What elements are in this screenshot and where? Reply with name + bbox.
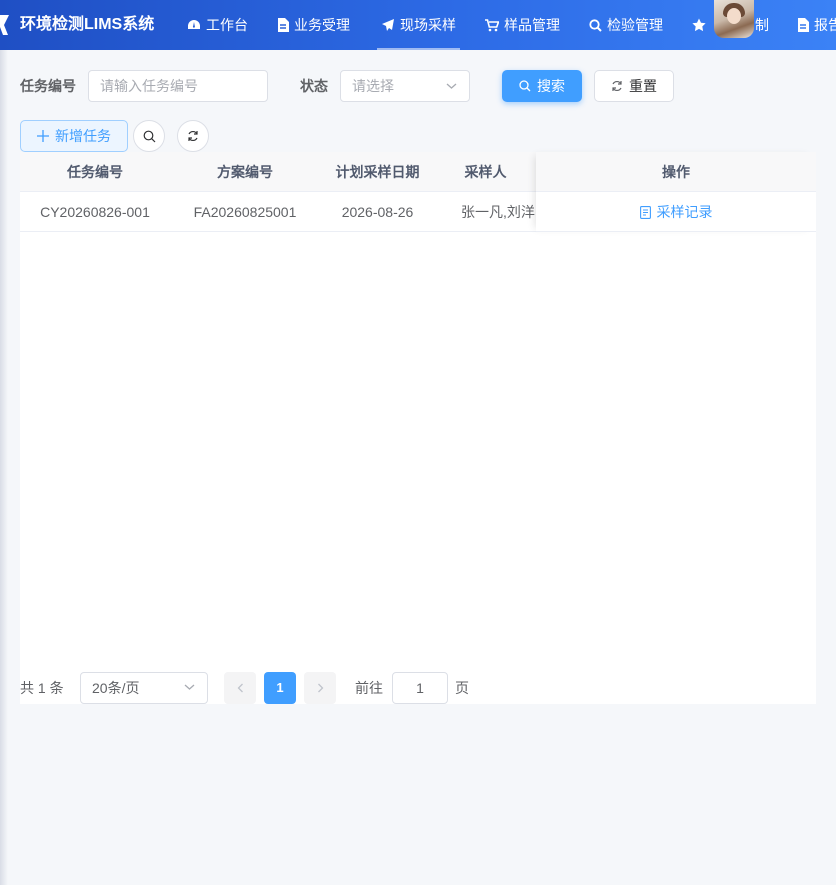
- nav-item-business[interactable]: 业务受理: [277, 0, 350, 50]
- status-select[interactable]: 请选择: [340, 70, 470, 102]
- cell-actions: 采样记录: [536, 192, 816, 232]
- plus-icon: [37, 130, 49, 142]
- nav-label: 工作台: [206, 17, 248, 33]
- chevron-down-icon: [184, 684, 195, 690]
- nav-label: 制: [755, 17, 769, 33]
- total-count: 共 1 条: [20, 680, 64, 696]
- column-header-task-no: 任务编号: [67, 164, 123, 180]
- search-button[interactable]: 搜索: [502, 70, 582, 102]
- task-no-input[interactable]: [88, 70, 268, 102]
- cell-plan-no: FA20260825001: [193, 204, 297, 220]
- next-page-button[interactable]: [304, 672, 336, 704]
- refresh-button[interactable]: [177, 120, 209, 152]
- nav-item-sampling[interactable]: 现场采样: [377, 0, 460, 50]
- column-header-date: 计划采样日期: [335, 164, 420, 180]
- nav-label: 现场采样: [400, 17, 456, 33]
- cell-task-no: CY20260826-001: [40, 204, 150, 220]
- reset-button[interactable]: 重置: [594, 70, 674, 102]
- cart-icon: [485, 18, 499, 31]
- nav-label: 检验管理: [607, 17, 663, 33]
- status-placeholder: 请选择: [352, 78, 394, 94]
- search-icon: [143, 130, 155, 142]
- column-header-actions: 操作: [662, 164, 690, 180]
- status-label: 状态: [300, 78, 328, 94]
- page-number[interactable]: 1: [264, 672, 296, 704]
- search-icon: [519, 80, 531, 92]
- chevron-down-icon: [446, 83, 457, 89]
- table-row: CY20260826-001 FA20260825001 2026-08-26 …: [20, 192, 816, 232]
- column-header-sampler: 采样人: [464, 164, 507, 180]
- page-size-select[interactable]: 20条/页: [80, 672, 208, 704]
- document-icon: [278, 18, 289, 32]
- nav-item-inspection[interactable]: 检验管理: [589, 0, 663, 50]
- star-icon: [692, 18, 706, 32]
- nav-label: 业务受理: [294, 17, 350, 33]
- task-no-label: 任务编号: [20, 78, 76, 94]
- chevron-right-icon: [317, 683, 323, 693]
- app-title: 环境检测LIMS系统: [20, 16, 155, 33]
- refresh-icon: [612, 80, 622, 92]
- cell-date: 2026-08-26: [341, 204, 414, 220]
- document-icon: [639, 205, 651, 219]
- nav-label: 报告: [814, 17, 836, 33]
- logo-icon: [0, 15, 9, 35]
- goto-page-input[interactable]: [392, 672, 448, 704]
- page-unit-label: 页: [455, 680, 469, 696]
- goto-label: 前往: [355, 680, 383, 696]
- refresh-icon: [188, 130, 198, 142]
- table-header: 任务编号 方案编号 计划采样日期 采样人 操作: [20, 152, 816, 192]
- sidebar-shadow: [0, 50, 8, 885]
- nav-item-workbench[interactable]: 工作台: [187, 0, 248, 50]
- toggle-search-button[interactable]: [133, 120, 165, 152]
- nav-label: 样品管理: [504, 17, 560, 33]
- user-avatar[interactable]: [714, 0, 754, 38]
- search-icon: [589, 18, 602, 32]
- chevron-left-icon: [237, 683, 243, 693]
- sampling-record-link[interactable]: 采样记录: [639, 192, 713, 232]
- paper-plane-icon: [382, 19, 394, 31]
- dashboard-icon: [188, 20, 200, 29]
- top-navbar: 环境检测LIMS系统 工作台 业务受理 现场采样 样品管理 检验管理 制 报告: [0, 0, 836, 50]
- prev-page-button[interactable]: [224, 672, 256, 704]
- nav-item-report[interactable]: 报告: [797, 0, 836, 50]
- cell-sampler: 张一凡,刘洋: [461, 204, 535, 220]
- pagination: 共 1 条 20条/页 1 前往 页: [20, 672, 816, 704]
- add-task-button[interactable]: 新增任务: [20, 120, 128, 152]
- report-icon: [798, 18, 809, 32]
- task-table: 任务编号 方案编号 计划采样日期 采样人 操作 CY20260826-001 F…: [20, 152, 816, 672]
- column-header-plan-no: 方案编号: [217, 164, 273, 180]
- nav-item-samples[interactable]: 样品管理: [485, 0, 560, 50]
